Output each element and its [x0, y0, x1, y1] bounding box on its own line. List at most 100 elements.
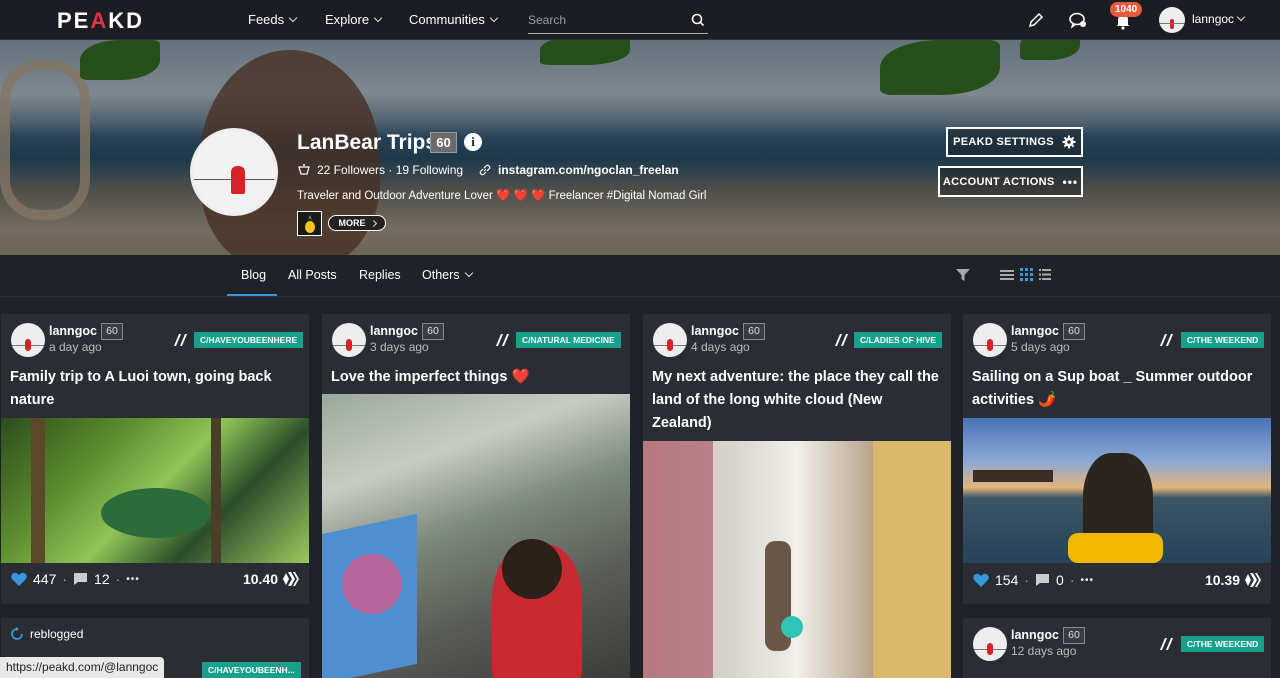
- author-avatar[interactable]: [332, 323, 366, 357]
- author-avatar[interactable]: [973, 323, 1007, 357]
- payout-value: 10.40: [242, 571, 278, 587]
- link-status-bar: https://peakd.com/@lanngoc: [0, 657, 165, 678]
- hive-payout-icon: [1245, 573, 1261, 587]
- vote-count: 154: [995, 572, 1019, 588]
- chevron-down-icon: [1236, 12, 1246, 22]
- logo-text-accent: A: [90, 8, 109, 33]
- post-more-icon[interactable]: •••: [126, 574, 140, 585]
- filter-icon[interactable]: [956, 268, 970, 281]
- author-avatar[interactable]: [973, 627, 1007, 661]
- community-tag[interactable]: C/HAVEYOUBEENH...: [202, 662, 301, 678]
- community-tag[interactable]: C/LADIES OF HIVE: [854, 332, 943, 348]
- post-thumbnail[interactable]: [963, 418, 1271, 563]
- tab-others[interactable]: Others: [422, 268, 473, 282]
- comment-count: 12: [94, 571, 110, 587]
- nav-communities[interactable]: Communities: [409, 12, 499, 27]
- heart-icon[interactable]: [11, 572, 27, 586]
- nav-feeds-label: Feeds: [248, 12, 285, 27]
- author-avatar[interactable]: [11, 323, 45, 357]
- vote-count: 447: [33, 571, 57, 587]
- user-avatar[interactable]: [1159, 7, 1185, 33]
- bio-end: Freelancer #Digital Nomad Girl: [548, 190, 707, 202]
- peakd-logo[interactable]: PEAKD: [57, 8, 144, 34]
- post-time: 4 days ago: [691, 340, 750, 354]
- search-box: [528, 8, 708, 34]
- account-actions-button[interactable]: ACCOUNT ACTIONS •••: [938, 166, 1083, 197]
- community-tag[interactable]: C/HAVEYOUBEENHERE: [194, 332, 304, 348]
- hive-icon: [1160, 638, 1173, 650]
- post-stats: 154 · 0 · •••: [973, 572, 1094, 588]
- hive-icon: [174, 334, 187, 346]
- post-payout[interactable]: 10.39: [1205, 572, 1261, 588]
- profile-link[interactable]: instagram.com/ngoclan_freelan: [478, 163, 679, 177]
- view-toggle: [956, 268, 1051, 281]
- peakd-settings-button[interactable]: PEAKD SETTINGS: [946, 127, 1083, 157]
- post-thumbnail[interactable]: [322, 394, 630, 678]
- list-view-icon[interactable]: [1000, 269, 1014, 281]
- search-icon[interactable]: [690, 12, 706, 28]
- tab-replies-label: Replies: [359, 268, 401, 282]
- user-name: lanngoc: [1192, 12, 1235, 26]
- notification-badge[interactable]: 1040: [1110, 2, 1143, 17]
- author-avatar[interactable]: [653, 323, 687, 357]
- post-card[interactable]: lanngoc 60 4 days ago C/LADIES OF HIVE M…: [643, 314, 951, 678]
- chevron-down-icon: [373, 13, 383, 22]
- comment-count: 0: [1056, 572, 1064, 588]
- grid-view-icon[interactable]: [1020, 268, 1033, 281]
- tab-others-label: Others: [422, 268, 460, 282]
- nav-explore-label: Explore: [325, 12, 370, 27]
- post-payout[interactable]: 10.40: [243, 571, 299, 587]
- nav-explore[interactable]: Explore: [325, 12, 383, 27]
- post-title[interactable]: Family trip to A Luoi town, going back n…: [10, 366, 302, 412]
- search-input[interactable]: [528, 8, 678, 32]
- user-menu[interactable]: lanngoc: [1192, 12, 1246, 26]
- post-thumbnail[interactable]: [1, 418, 309, 563]
- post-time: 5 days ago: [1011, 340, 1070, 354]
- post-card[interactable]: lanngoc 60 5 days ago C/THE WEEKEND Sail…: [963, 314, 1271, 604]
- payout-value: 10.39: [1204, 572, 1240, 588]
- author-name[interactable]: lanngoc: [691, 324, 739, 338]
- post-thumbnail[interactable]: [643, 441, 951, 678]
- info-icon[interactable]: i: [464, 133, 482, 151]
- post-stats: 447 · 12 · •••: [11, 571, 140, 587]
- post-card[interactable]: lanngoc 60 3 days ago C/NATURAL MEDICINE…: [322, 314, 630, 678]
- chevron-down-icon: [288, 13, 298, 22]
- profile-avatar[interactable]: [190, 128, 278, 216]
- follow-stats[interactable]: 22 Followers · 19 Following: [297, 163, 463, 177]
- tab-all-posts[interactable]: All Posts: [288, 268, 337, 282]
- top-navbar: PEAKD Feeds Explore Communities 1040 lan…: [0, 0, 1280, 40]
- community-tag[interactable]: C/THE WEEKEND: [1181, 636, 1265, 652]
- hive-payout-icon: [283, 572, 299, 586]
- banner-overlay: [0, 40, 1280, 255]
- post-card[interactable]: lanngoc 60 a day ago C/HAVEYOUBEENHERE F…: [1, 314, 309, 604]
- tab-replies[interactable]: Replies: [359, 268, 401, 282]
- pencil-icon[interactable]: [1026, 10, 1046, 30]
- author-name[interactable]: lanngoc: [1011, 324, 1059, 338]
- author-name[interactable]: lanngoc: [49, 324, 97, 338]
- post-card[interactable]: lanngoc 60 12 days ago C/THE WEEKEND: [963, 618, 1271, 678]
- more-button[interactable]: MORE: [328, 215, 386, 231]
- logo-text-start: PE: [57, 8, 91, 33]
- author-name[interactable]: lanngoc: [1011, 628, 1059, 642]
- comment-icon[interactable]: [1035, 573, 1050, 587]
- heart-icon[interactable]: [973, 573, 989, 587]
- tab-blog[interactable]: Blog: [241, 268, 266, 282]
- post-title[interactable]: My next adventure: the place they call t…: [652, 366, 944, 435]
- community-tag[interactable]: C/NATURAL MEDICINE: [516, 332, 621, 348]
- pineapple-badge-icon[interactable]: [297, 211, 322, 236]
- tab-blog-label: Blog: [241, 268, 267, 282]
- author-name[interactable]: lanngoc: [370, 324, 418, 338]
- hive-icon: [496, 334, 509, 346]
- ellipsis-icon: •••: [1062, 174, 1079, 189]
- profile-banner: [0, 40, 1280, 255]
- comment-icon[interactable]: [73, 572, 88, 586]
- community-tag[interactable]: C/THE WEEKEND: [1181, 332, 1265, 348]
- tab-all-posts-label: All Posts: [288, 268, 337, 282]
- post-title[interactable]: Love the imperfect things ❤️: [331, 366, 623, 389]
- nav-feeds[interactable]: Feeds: [248, 12, 298, 27]
- chat-icon[interactable]: [1068, 10, 1088, 30]
- compact-list-icon[interactable]: [1039, 269, 1051, 280]
- bio-start: Traveler and Outdoor Adventure Lover: [297, 190, 493, 202]
- post-title[interactable]: Sailing on a Sup boat _ Summer outdoor a…: [972, 366, 1264, 412]
- post-more-icon[interactable]: •••: [1081, 575, 1095, 586]
